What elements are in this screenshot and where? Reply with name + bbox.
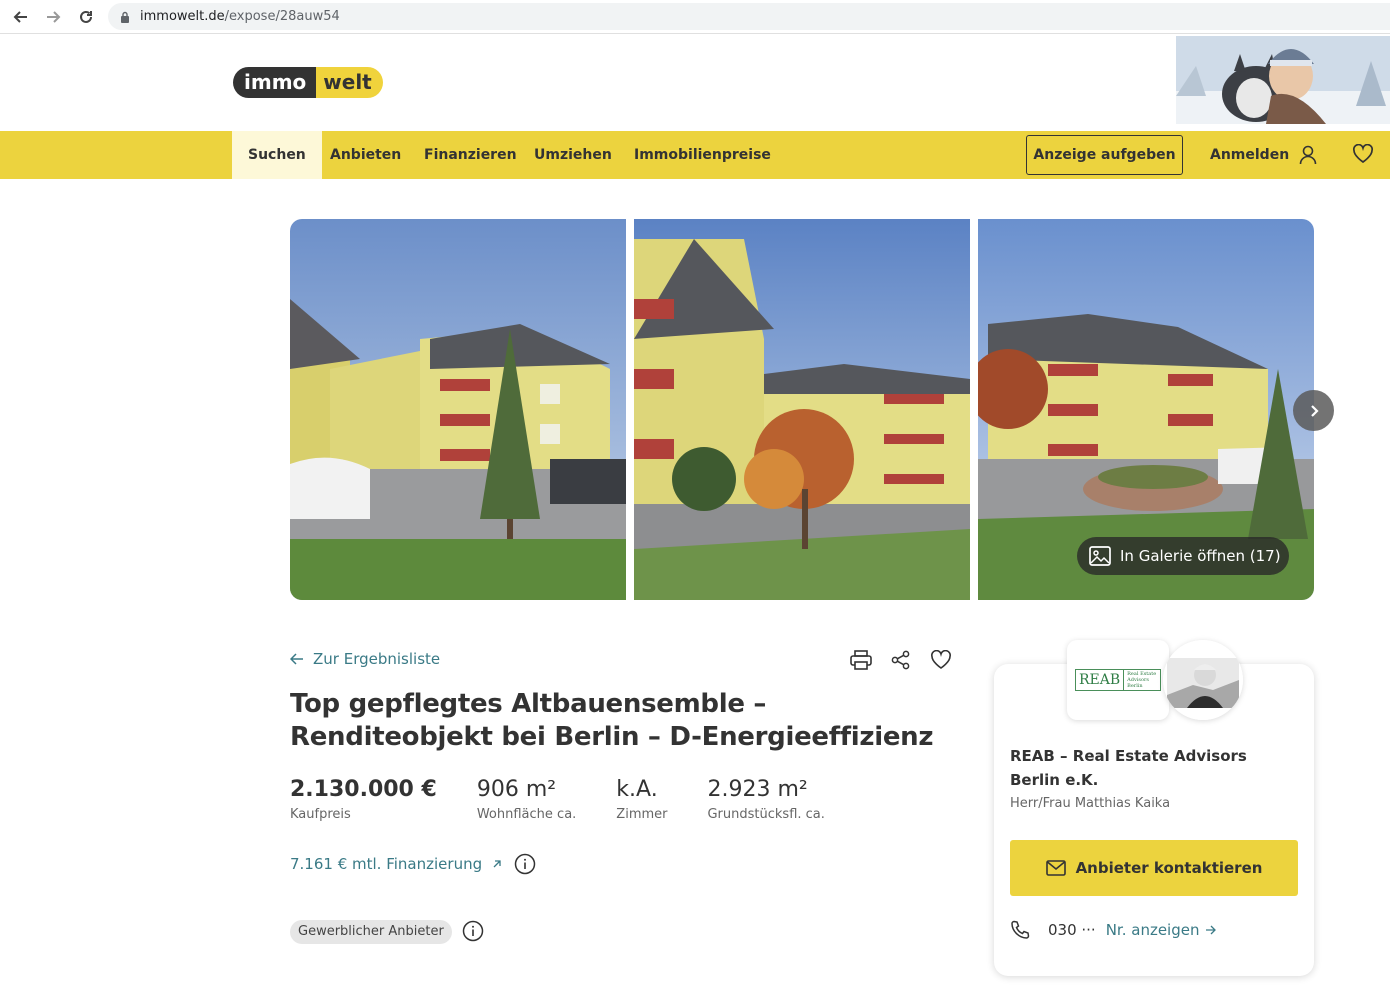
logo-part-welt: welt (316, 67, 383, 98)
key-facts: 2.130.000 € Kaufpreis 906 m² Wohnfläche … (290, 776, 865, 822)
gallery-photo-1[interactable] (290, 219, 626, 600)
mail-icon (1045, 860, 1066, 876)
fact-value: 906 m² (476, 777, 557, 802)
fact-label: Kaufpreis (290, 807, 351, 822)
provider-info-icon[interactable] (462, 920, 484, 942)
gallery-next-button[interactable] (1293, 390, 1334, 431)
fact-value: 2.923 m² (707, 777, 808, 802)
favorite-heart-icon[interactable] (929, 648, 953, 672)
site-header: immo welt (0, 35, 1390, 131)
logo-part-immo: immo (233, 67, 317, 98)
image-icon (1089, 546, 1111, 566)
agent-avatar (1163, 640, 1243, 720)
financing-link[interactable]: 7.161 € mtl. Finanzierung (290, 855, 502, 873)
main-navigation: Suchen Anbieten Finanzieren Umziehen Imm… (0, 131, 1390, 179)
fact-plot-area: 2.923 m² Grundstücksfl. ca. (707, 776, 824, 822)
nav-item-finanzieren[interactable]: Finanzieren (424, 131, 517, 179)
nav-item-immobilienpreise[interactable]: Immobilienpreise (634, 131, 771, 179)
fact-label: Zimmer (616, 807, 668, 822)
url-host: immowelt.de (140, 9, 225, 24)
external-arrow-icon (492, 859, 502, 869)
open-gallery-label: In Galerie öffnen (17) (1120, 547, 1281, 565)
phone-number-preview: 030 ··· (1048, 921, 1096, 939)
print-icon[interactable] (849, 648, 873, 672)
back-arrow-icon[interactable] (8, 4, 34, 30)
ad-banner[interactable] (1176, 36, 1390, 124)
fact-rooms: k.A. Zimmer (616, 776, 667, 822)
contact-provider-button[interactable]: Anbieter kontaktieren (1010, 840, 1298, 896)
forward-arrow-icon[interactable] (40, 4, 66, 30)
fact-price: 2.130.000 € Kaufpreis (290, 776, 437, 822)
provider-logo-text: REAB (1076, 670, 1125, 690)
show-phone-link[interactable]: Nr. anzeigen (1106, 921, 1218, 939)
nav-item-suchen[interactable]: Suchen (232, 131, 322, 179)
reload-icon[interactable] (73, 4, 99, 30)
immowelt-logo[interactable]: immo welt (233, 67, 383, 98)
contact-provider-label: Anbieter kontaktieren (1075, 859, 1263, 877)
provider-name: REAB – Real Estate Advisors Berlin e.K. (1010, 747, 1247, 789)
back-to-results-label: Zur Ergebnisliste (313, 650, 441, 668)
provider-logo-subtext: Real Estate Advisors Berlin (1127, 671, 1157, 689)
user-icon (1299, 145, 1317, 165)
arrow-right-icon (1205, 925, 1217, 935)
fact-value: 2.130.000 € (290, 777, 437, 802)
login-label: Anmelden (1210, 147, 1290, 163)
show-phone-label: Nr. anzeigen (1105, 921, 1200, 939)
listing-title: Top gepflegtes Altbauensemble – Renditeo… (290, 689, 934, 752)
financing-label: 7.161 € mtl. Finanzierung (290, 855, 483, 873)
phone-icon (1010, 920, 1030, 940)
browser-toolbar: immowelt.de/expose/28auw54 (0, 0, 1390, 34)
fact-value: k.A. (616, 777, 658, 802)
url-path: /expose/28auw54 (224, 9, 340, 24)
nav-item-anbieten[interactable]: Anbieten (330, 131, 401, 179)
lock-icon (120, 11, 130, 23)
fact-living-area: 906 m² Wohnfläche ca. (477, 776, 576, 822)
contact-person: Herr/Frau Matthias Kaika (1010, 796, 1171, 811)
share-icon[interactable] (889, 648, 913, 672)
gallery-photo-2[interactable] (634, 219, 970, 600)
back-to-results-link[interactable]: Zur Ergebnisliste (290, 650, 440, 668)
favorites-heart-icon[interactable] (1352, 144, 1374, 164)
listing-actions (849, 648, 953, 672)
address-bar[interactable]: immowelt.de/expose/28auw54 (108, 3, 1390, 30)
login-link[interactable]: Anmelden (1210, 131, 1317, 179)
provider-type-badge: Gewerblicher Anbieter (290, 920, 452, 944)
phone-row: 030 ··· Nr. anzeigen (1010, 920, 1217, 940)
provider-logo: REAB Real Estate Advisors Berlin (1067, 640, 1169, 720)
fact-label: Wohnfläche ca. (476, 807, 577, 822)
nav-item-umziehen[interactable]: Umziehen (534, 131, 612, 179)
arrow-left-icon (290, 653, 304, 665)
open-gallery-button[interactable]: In Galerie öffnen (17) (1077, 537, 1289, 575)
post-listing-button[interactable]: Anzeige aufgeben (1026, 135, 1183, 175)
fact-label: Grundstücksfl. ca. (707, 807, 825, 822)
financing-info-icon[interactable] (514, 853, 536, 875)
